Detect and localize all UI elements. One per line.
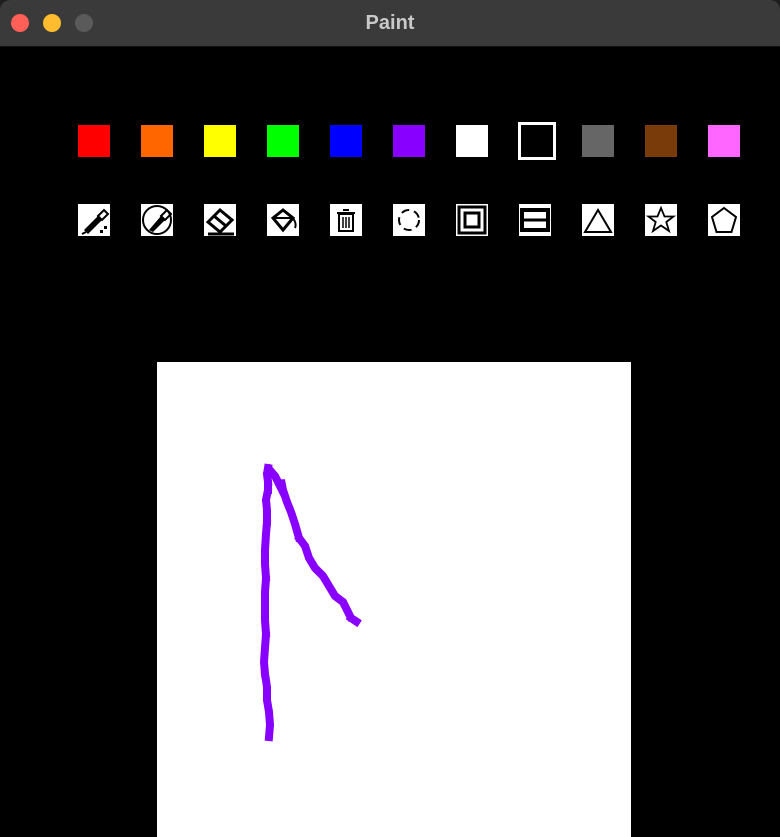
- tool-brush-button[interactable]: [141, 204, 173, 236]
- paint-bucket-icon: [270, 208, 297, 233]
- color-swatch-red[interactable]: [78, 125, 110, 157]
- pentagon-icon: [710, 206, 738, 233]
- tool-clear-button[interactable]: [330, 204, 362, 236]
- color-swatch-brown[interactable]: [645, 125, 677, 157]
- tool-star-button[interactable]: [645, 204, 677, 236]
- tool-circle-button[interactable]: [393, 204, 425, 236]
- window-title: Paint: [365, 12, 415, 34]
- color-swatch-pink[interactable]: [708, 125, 740, 157]
- drawing-surface[interactable]: [157, 362, 631, 837]
- rectangle-icon: [520, 208, 550, 232]
- color-swatch-black[interactable]: [518, 122, 556, 160]
- circle-icon: [398, 209, 420, 231]
- trash-icon: [337, 209, 355, 232]
- color-swatch-gray[interactable]: [582, 125, 614, 157]
- tool-fill-button[interactable]: [267, 204, 299, 236]
- brush-icon: [142, 205, 173, 235]
- pen-icon: [81, 208, 110, 235]
- tool-triangle-button[interactable]: [582, 204, 614, 236]
- triangle-icon: [583, 208, 613, 233]
- tool-pentagon-button[interactable]: [708, 204, 740, 236]
- color-swatch-blue[interactable]: [330, 125, 362, 157]
- title-bar: Paint: [0, 0, 780, 47]
- square-icon: [457, 205, 487, 235]
- paint-window: Paint: [0, 0, 780, 837]
- color-swatch-white[interactable]: [456, 125, 488, 157]
- drawn-stroke: [259, 459, 363, 742]
- tool-rectangle-button[interactable]: [519, 204, 551, 236]
- color-swatch-orange[interactable]: [141, 125, 173, 157]
- color-swatch-yellow[interactable]: [204, 125, 236, 157]
- tool-eraser-button[interactable]: [204, 204, 236, 236]
- drawing-canvas[interactable]: [157, 362, 631, 837]
- star-icon: [645, 205, 677, 234]
- tool-square-button[interactable]: [456, 204, 488, 236]
- eraser-icon: [205, 207, 235, 236]
- tool-pen-button[interactable]: [78, 204, 110, 236]
- color-swatch-purple[interactable]: [393, 125, 425, 157]
- color-swatch-green[interactable]: [267, 125, 299, 157]
